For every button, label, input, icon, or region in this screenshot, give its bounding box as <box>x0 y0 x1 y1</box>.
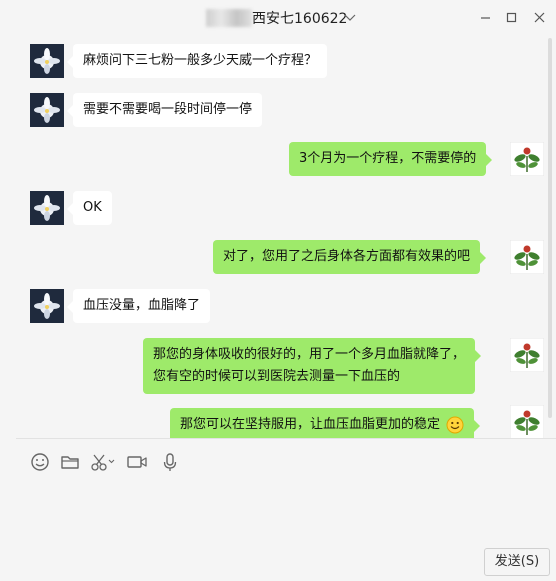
message-bubble-outgoing[interactable]: 3个月为一个疗程，不需要停的 <box>289 142 493 176</box>
scissors-icon[interactable] <box>88 450 116 474</box>
message-bubble-outgoing[interactable]: 那您的身体吸收的很好的，用了一个多月血脂就降了， 您有空的时候可以到医院去测量一… <box>143 338 482 394</box>
send-button[interactable]: 发送(S) <box>484 548 550 576</box>
title-bar: 西安七160622 <box>0 0 556 38</box>
self-avatar[interactable] <box>510 240 544 274</box>
message-bubble-outgoing[interactable]: 那您可以在坚持服用，让血压血脂更加的稳定 <box>170 408 481 438</box>
message-bubble-incoming[interactable]: 麻烦问下三七粉一般多少天威一个疗程？ <box>66 44 328 78</box>
message-text-line: 您有空的时候可以到医院去测量一下血压的 <box>153 369 401 384</box>
message-text: 需要不需要喝一段时间停一停 <box>83 102 253 117</box>
contact-avatar[interactable] <box>30 93 64 127</box>
input-toolbar <box>0 450 556 476</box>
message-text: 麻烦问下三七粉一般多少天威一个疗程？ <box>83 53 318 68</box>
smile-emoji-icon <box>446 416 464 433</box>
folder-icon[interactable] <box>58 450 82 474</box>
contact-avatar[interactable] <box>30 44 64 78</box>
message-text: 血压没量，血脂降了 <box>83 298 201 313</box>
chat-scrollbar[interactable] <box>548 38 552 418</box>
close-icon[interactable] <box>530 8 550 28</box>
contact-avatar[interactable] <box>30 289 64 323</box>
self-avatar[interactable] <box>510 142 544 176</box>
video-call-icon[interactable] <box>126 450 148 474</box>
message-text-line: 那您的身体吸收的很好的，用了一个多月血脂就降了， <box>153 347 466 362</box>
chat-history[interactable]: 麻烦问下三七粉一般多少天威一个疗程？ 需要不需要喝一段时间停一停 3个月为一个疗… <box>0 38 556 438</box>
self-avatar[interactable] <box>510 338 544 372</box>
message-bubble-outgoing[interactable]: 对了，您用了之后身体各方面都有效果的吧 <box>213 240 487 274</box>
microphone-icon[interactable] <box>158 450 182 474</box>
message-text: 3个月为一个疗程，不需要停的 <box>299 151 477 166</box>
maximize-icon[interactable] <box>502 8 522 28</box>
chat-title[interactable]: 西安七160622 <box>252 9 347 29</box>
message-bubble-incoming[interactable]: 需要不需要喝一段时间停一停 <box>66 93 263 127</box>
chevron-down-icon[interactable] <box>344 13 356 23</box>
emoji-icon[interactable] <box>28 450 52 474</box>
message-bubble-incoming[interactable]: OK <box>67 191 112 225</box>
self-avatar[interactable] <box>510 405 544 438</box>
minimize-icon[interactable] <box>476 8 496 28</box>
input-divider <box>16 438 556 439</box>
message-text: 那您可以在坚持服用，让血压血脂更加的稳定 <box>180 417 441 432</box>
message-bubble-incoming[interactable]: 血压没量，血脂降了 <box>66 289 211 323</box>
message-text: 对了，您用了之后身体各方面都有效果的吧 <box>223 249 471 264</box>
message-input[interactable] <box>16 482 546 542</box>
contact-avatar[interactable] <box>30 191 64 225</box>
message-text: OK <box>83 200 102 215</box>
blurred-name-prefix <box>206 9 252 27</box>
